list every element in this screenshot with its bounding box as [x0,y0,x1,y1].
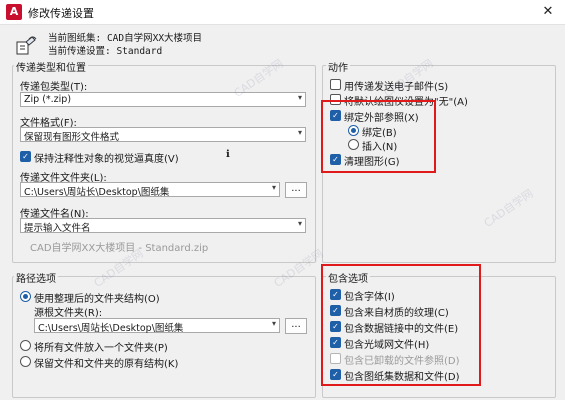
all-in-one-folder-label: 将所有文件放入一个文件夹(P) [34,343,168,354]
keep-structure-label: 保留文件和文件夹的原有结构(K) [34,359,179,370]
package-type-group-label: 传递类型和位置 [14,59,88,74]
organized-structure-label: 使用整理后的文件夹结构(O) [34,294,160,305]
source-root-select[interactable]: C:\Users\周站长\Desktop\图纸集 ▾ [34,318,280,334]
filename-preview-text: CAD自学网XX大楼项目 - Standard.zip [30,243,209,254]
window-title: 修改传递设置 [28,7,94,20]
close-button[interactable]: ✕ [539,3,557,21]
transmittal-folder-select[interactable]: C:\Users\周站长\Desktop\图纸集 ▾ [20,182,280,198]
current-sheet-set-text: 当前图纸集: CAD自学网XX大楼项目 [48,33,203,44]
package-type-value: Zip (*.zip) [24,94,72,105]
chevron-down-icon: ▾ [297,219,302,228]
chevron-down-icon: ▾ [297,93,302,102]
package-type-label: 传递包类型(T): [20,82,88,93]
transmittal-folder-value: C:\Users\周站长\Desktop\图纸集 [24,187,170,198]
fidelity-checkbox[interactable]: ✓ [20,151,31,162]
browse-folder-button[interactable]: ... [285,182,307,198]
send-email-checkbox[interactable]: ✓ [330,79,341,90]
current-transmittal-setup-text: 当前传递设置: Standard [48,46,163,57]
transmittal-filename-select[interactable]: 提示输入文件名 ▾ [20,218,306,234]
autocad-app-icon: A [6,4,22,20]
file-format-value: 保留现有图形文件格式 [24,132,120,143]
keep-structure-radio[interactable] [20,356,31,367]
highlight-box-actions [321,100,436,173]
highlight-box-include [321,264,481,386]
all-in-one-folder-radio[interactable] [20,340,31,351]
actions-group-label: 动作 [326,59,350,74]
browse-source-root-button[interactable]: ... [285,318,307,334]
chevron-down-icon: ▾ [297,128,302,137]
info-icon[interactable]: ℹ [226,149,230,160]
source-root-label: 源根文件夹(R): [34,308,103,319]
package-type-select[interactable]: Zip (*.zip) ▾ [20,92,306,107]
transmittal-filename-value: 提示输入文件名 [24,223,91,234]
chevron-down-icon: ▾ [271,319,276,328]
fidelity-label: 保持注释性对象的视觉逼真度(V) [34,154,179,165]
organized-structure-radio[interactable] [20,291,31,302]
file-format-select[interactable]: 保留现有图形文件格式 ▾ [20,127,306,143]
transmittal-package-icon [16,36,37,55]
path-options-group-label: 路径选项 [14,270,58,285]
chevron-down-icon: ▾ [271,183,276,192]
source-root-value: C:\Users\周站长\Desktop\图纸集 [38,323,184,334]
